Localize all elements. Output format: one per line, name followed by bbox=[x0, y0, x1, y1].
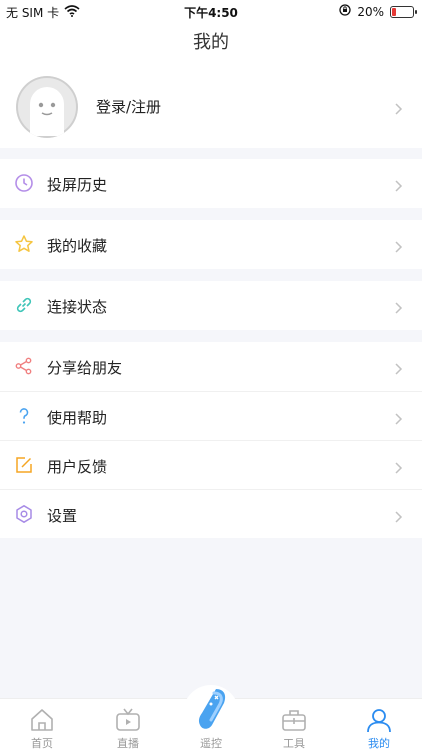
menu-item-label: 我的收藏 bbox=[47, 237, 108, 255]
tab-label: 直播 bbox=[117, 737, 139, 750]
link-icon bbox=[14, 295, 34, 315]
tab-home[interactable]: 首页 bbox=[0, 699, 84, 750]
login-register-row[interactable]: 登录/注册 bbox=[0, 64, 422, 148]
menu-group-history: 投屏历史 bbox=[0, 159, 422, 208]
toolbox-icon bbox=[280, 706, 308, 734]
tab-mine[interactable]: 我的 bbox=[337, 699, 421, 750]
chevron-right-icon bbox=[392, 238, 404, 253]
page-title: 我的 bbox=[0, 24, 422, 64]
menu-item-history[interactable]: 投屏历史 bbox=[0, 159, 422, 208]
chevron-right-icon bbox=[392, 360, 404, 375]
menu-item-label: 分享给朋友 bbox=[47, 359, 123, 377]
tab-label: 我的 bbox=[368, 737, 390, 750]
tab-live[interactable]: 直播 bbox=[86, 699, 170, 750]
chevron-right-icon bbox=[392, 410, 404, 425]
menu-item-label: 连接状态 bbox=[47, 298, 108, 316]
tab-label: 工具 bbox=[283, 737, 305, 750]
chevron-right-icon bbox=[392, 299, 404, 314]
menu-item-label: 设置 bbox=[47, 507, 78, 525]
battery-icon bbox=[390, 5, 417, 18]
gear-icon bbox=[14, 504, 34, 524]
tv-icon bbox=[114, 706, 142, 734]
menu-item-label: 使用帮助 bbox=[47, 409, 108, 427]
chevron-right-icon bbox=[392, 459, 404, 474]
battery-percent: 20% bbox=[357, 4, 384, 19]
menu-item-settings[interactable]: 设置 bbox=[0, 489, 422, 538]
menu-item-feedback[interactable]: 用户反馈 bbox=[0, 440, 422, 489]
battery-level bbox=[392, 7, 396, 16]
chevron-right-icon bbox=[392, 177, 404, 192]
orientation-lock-icon bbox=[339, 4, 351, 19]
user-icon bbox=[365, 706, 393, 734]
tab-bar: 首页 直播 遥控 工具 我的 bbox=[0, 685, 422, 750]
question-mark-icon bbox=[14, 406, 34, 426]
menu-group-more: 分享给朋友 使用帮助 用户反馈 设置 bbox=[0, 342, 422, 538]
edit-icon bbox=[14, 455, 34, 475]
chevron-right-icon bbox=[392, 508, 404, 523]
menu-group-favorites: 我的收藏 bbox=[0, 220, 422, 269]
menu-item-label: 用户反馈 bbox=[47, 458, 108, 476]
remote-control-icon bbox=[194, 687, 228, 731]
tab-remote[interactable]: 遥控 bbox=[169, 689, 253, 750]
clock-icon bbox=[14, 173, 34, 193]
star-icon bbox=[14, 234, 34, 254]
login-register-label: 登录/注册 bbox=[96, 98, 162, 116]
menu-item-connection[interactable]: 连接状态 bbox=[0, 281, 422, 330]
menu-item-label: 投屏历史 bbox=[47, 176, 108, 194]
share-icon bbox=[14, 356, 34, 376]
status-right: 20% bbox=[339, 4, 417, 19]
menu-group-connection: 连接状态 bbox=[0, 281, 422, 330]
menu-item-share[interactable]: 分享给朋友 bbox=[0, 342, 422, 391]
status-bar: 无 SIM 卡 下午4:50 20% bbox=[0, 0, 422, 24]
tab-label: 首页 bbox=[31, 737, 53, 750]
avatar[interactable] bbox=[16, 76, 78, 138]
tab-tools[interactable]: 工具 bbox=[252, 699, 336, 750]
chevron-right-icon bbox=[392, 100, 404, 115]
tab-label: 遥控 bbox=[200, 737, 222, 750]
menu-item-help[interactable]: 使用帮助 bbox=[0, 391, 422, 440]
home-icon bbox=[28, 706, 56, 734]
menu-item-favorites[interactable]: 我的收藏 bbox=[0, 220, 422, 269]
